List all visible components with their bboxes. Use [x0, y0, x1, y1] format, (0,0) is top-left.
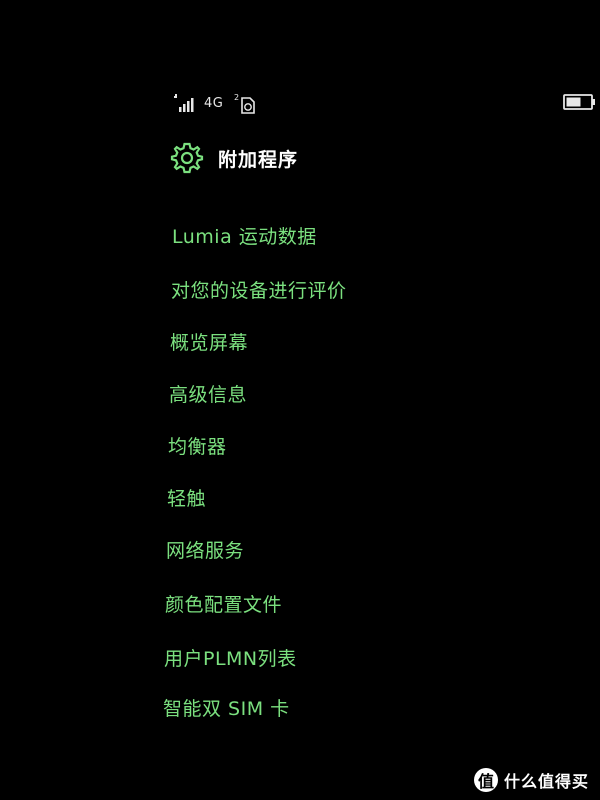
svg-text:2: 2	[234, 93, 239, 102]
menu-item-smart-dual-sim[interactable]: 智能双 SIM 卡	[163, 694, 290, 721]
menu-item-touch[interactable]: 轻触	[167, 484, 206, 511]
menu-item-network-services[interactable]: 网络服务	[166, 536, 244, 563]
gear-icon	[170, 142, 204, 174]
menu-item-glance-screen[interactable]: 概览屏幕	[170, 328, 248, 355]
status-bar: 4G 2	[0, 0, 600, 120]
menu-item-color-profile[interactable]: 颜色配置文件	[165, 590, 282, 617]
menu-item-lumia-motion-data[interactable]: Lumia 运动数据	[172, 222, 317, 249]
page-header: 附加程序	[170, 138, 298, 178]
menu-item-user-plmn-list[interactable]: 用户PLMN列表	[164, 644, 297, 671]
network-type-label: 4G	[204, 96, 224, 111]
signal-bars-icon	[174, 94, 194, 112]
menu-item-rate-device[interactable]: 对您的设备进行评价	[171, 276, 347, 303]
page-title: 附加程序	[218, 148, 299, 171]
watermark-text: 什么值得买	[504, 772, 590, 791]
menu-item-equalizer[interactable]: 均衡器	[168, 432, 227, 459]
watermark: 值 什么值得买	[474, 768, 589, 792]
battery-icon	[563, 94, 595, 110]
watermark-badge: 值	[474, 768, 498, 792]
menu-item-advanced-info[interactable]: 高级信息	[169, 380, 247, 407]
sim2-icon: 2	[234, 93, 255, 114]
